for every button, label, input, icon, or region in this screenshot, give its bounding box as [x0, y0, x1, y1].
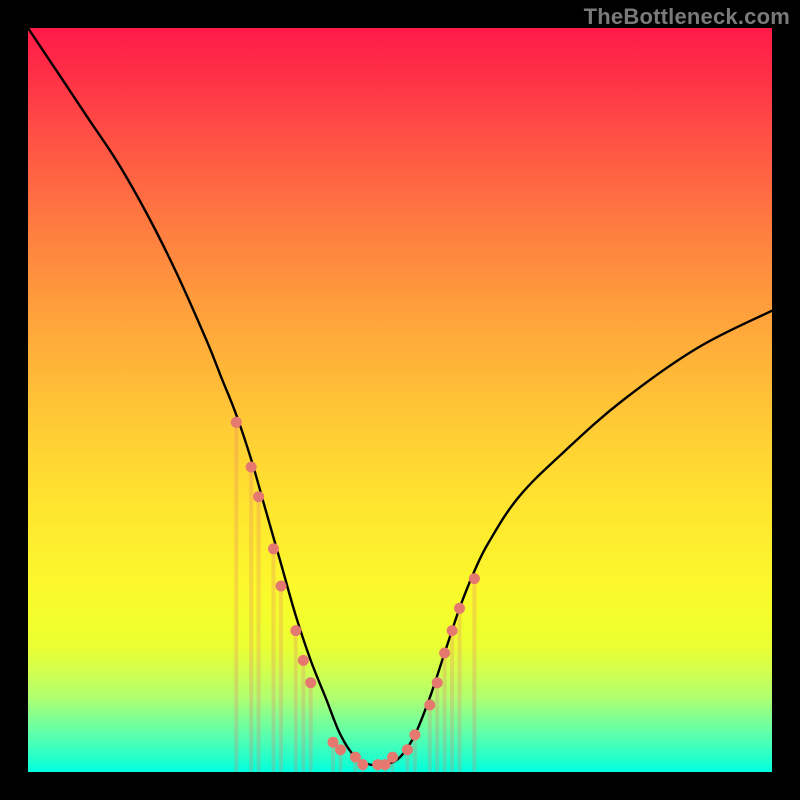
- chart-svg: [28, 28, 772, 772]
- plot-area: [28, 28, 772, 772]
- watermark-text: TheBottleneck.com: [584, 4, 790, 30]
- chart-frame: TheBottleneck.com: [0, 0, 800, 800]
- highlighted-points: [231, 417, 480, 770]
- bottleneck-curve: [28, 28, 772, 766]
